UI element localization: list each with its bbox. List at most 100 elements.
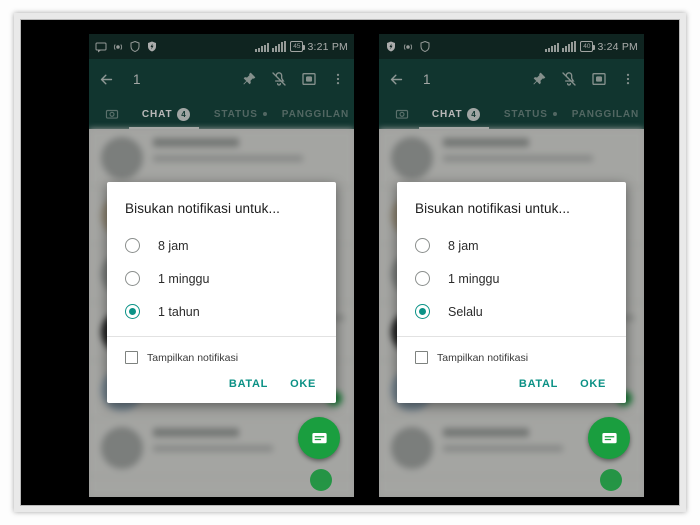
tab-chat-badge: 4 <box>177 107 191 121</box>
mute-bell-icon[interactable] <box>561 71 577 87</box>
tab-chat-label: CHAT <box>141 108 173 120</box>
camera-icon <box>395 109 408 119</box>
option-row[interactable]: 1 minggu <box>397 262 626 295</box>
new-chat-fab[interactable] <box>588 417 630 459</box>
option-row[interactable]: 8 jam <box>397 229 626 262</box>
shield-icon <box>420 40 430 53</box>
shield-icon <box>130 40 140 53</box>
radio-checked-icon[interactable] <box>415 304 430 319</box>
radio-icon[interactable] <box>125 271 140 286</box>
new-chat-icon <box>601 432 617 443</box>
tab-panggilan-label: PANGGILAN <box>281 108 350 120</box>
show-notifications-row[interactable]: Tampilkan notifikasi <box>397 337 626 374</box>
app-bar-left: 1 <box>89 59 354 99</box>
option-label: 1 minggu <box>158 271 210 286</box>
radio-icon[interactable] <box>415 238 430 253</box>
ok-button[interactable]: OKE <box>580 378 606 390</box>
archive-icon[interactable] <box>301 71 317 87</box>
signal-bars-icon <box>255 41 287 52</box>
camera-icon <box>105 109 118 119</box>
battery-indicator: 45 <box>290 41 306 52</box>
tab-status-dot-icon <box>262 112 267 116</box>
show-notifications-row[interactable]: Tampilkan notifikasi <box>107 337 336 374</box>
option-row[interactable]: 1 minggu <box>107 262 336 295</box>
tab-panggilan-label: PANGGILAN <box>571 108 640 120</box>
message-icon <box>95 42 107 52</box>
tab-panggilan[interactable]: PANGGILAN <box>277 109 354 120</box>
tab-status-dot-icon <box>552 112 557 116</box>
tab-chat[interactable]: CHAT 4 <box>129 107 204 121</box>
shield-filled-icon <box>148 41 156 52</box>
dialog-options: 8 jam 1 minggu Selalu <box>397 229 626 336</box>
new-chat-icon <box>311 432 327 443</box>
mute-bell-icon[interactable] <box>271 71 287 87</box>
tab-camera[interactable] <box>385 107 419 121</box>
option-label: 8 jam <box>448 238 479 253</box>
pin-icon[interactable] <box>241 71 257 87</box>
dialog-actions: BATAL OKE <box>107 374 336 403</box>
dialog-title: Bisukan notifikasi untuk... <box>125 201 281 216</box>
more-vertical-icon[interactable] <box>621 71 635 87</box>
tab-bar-left: CHAT 4 STATUS PANGGILAN <box>89 99 354 129</box>
radio-checked-icon[interactable] <box>125 304 140 319</box>
tab-status-label: STATUS <box>503 108 548 120</box>
phone-panel-left: 45 3:21 PM 1 CHAT 4 STATUS PANGGILAN Bis… <box>89 34 354 497</box>
option-label: 8 jam <box>158 238 189 253</box>
avatar <box>391 137 433 179</box>
secondary-fab[interactable] <box>310 469 332 491</box>
battery-indicator: 40 <box>580 41 596 52</box>
avatar <box>101 137 143 179</box>
new-chat-fab[interactable] <box>298 417 340 459</box>
broadcast-icon <box>403 43 413 50</box>
list-item[interactable] <box>89 129 354 187</box>
shield-filled-icon <box>387 41 395 52</box>
selection-count: 1 <box>423 71 431 87</box>
app-bar-right: 1 <box>379 59 644 99</box>
broadcast-icon <box>113 43 123 50</box>
status-bar-right: 40 3:24 PM <box>379 34 644 59</box>
more-vertical-icon[interactable] <box>331 71 345 87</box>
back-arrow-icon[interactable] <box>98 71 115 88</box>
dialog-actions: BATAL OKE <box>397 374 626 403</box>
option-label: 1 tahun <box>158 304 200 319</box>
list-item[interactable] <box>379 129 644 187</box>
checkbox-icon[interactable] <box>125 351 138 364</box>
option-row[interactable]: Selalu <box>397 295 626 328</box>
tab-chat[interactable]: CHAT 4 <box>419 107 494 121</box>
status-bar-clock: 3:21 PM <box>307 40 348 53</box>
avatar <box>101 427 143 469</box>
option-row[interactable]: 1 tahun <box>107 295 336 328</box>
signal-bars-icon <box>545 41 577 52</box>
archive-icon[interactable] <box>591 71 607 87</box>
tab-chat-label: CHAT <box>431 108 463 120</box>
mute-notifications-dialog-right: Bisukan notifikasi untuk... 8 jam 1 ming… <box>397 182 626 403</box>
option-label: 1 minggu <box>448 271 500 286</box>
status-bar-clock: 3:24 PM <box>597 40 638 53</box>
tab-bar-right: CHAT 4 STATUS PANGGILAN <box>379 99 644 129</box>
pin-icon[interactable] <box>531 71 547 87</box>
option-row[interactable]: 8 jam <box>107 229 336 262</box>
status-bar-left: 45 3:21 PM <box>89 34 354 59</box>
tab-status[interactable]: STATUS <box>204 109 277 120</box>
ok-button[interactable]: OKE <box>290 378 316 390</box>
selection-count: 1 <box>133 71 141 87</box>
dialog-options: 8 jam 1 minggu 1 tahun <box>107 229 336 336</box>
cancel-button[interactable]: BATAL <box>519 378 558 390</box>
option-label: Selalu <box>448 304 483 319</box>
checkbox-label: Tampilkan notifikasi <box>147 351 239 364</box>
tab-camera[interactable] <box>95 107 129 121</box>
tab-chat-badge: 4 <box>467 107 481 121</box>
back-arrow-icon[interactable] <box>388 71 405 88</box>
radio-icon[interactable] <box>125 238 140 253</box>
cancel-button[interactable]: BATAL <box>229 378 268 390</box>
mute-notifications-dialog-left: Bisukan notifikasi untuk... 8 jam 1 ming… <box>107 182 336 403</box>
radio-icon[interactable] <box>415 271 430 286</box>
tab-status[interactable]: STATUS <box>494 109 567 120</box>
avatar <box>391 427 433 469</box>
tab-status-label: STATUS <box>213 108 258 120</box>
secondary-fab[interactable] <box>600 469 622 491</box>
checkbox-icon[interactable] <box>415 351 428 364</box>
phone-panel-right: 40 3:24 PM 1 CHAT 4 STATUS PANGGILAN Bis… <box>379 34 644 497</box>
dialog-title: Bisukan notifikasi untuk... <box>415 201 571 216</box>
tab-panggilan[interactable]: PANGGILAN <box>567 109 644 120</box>
